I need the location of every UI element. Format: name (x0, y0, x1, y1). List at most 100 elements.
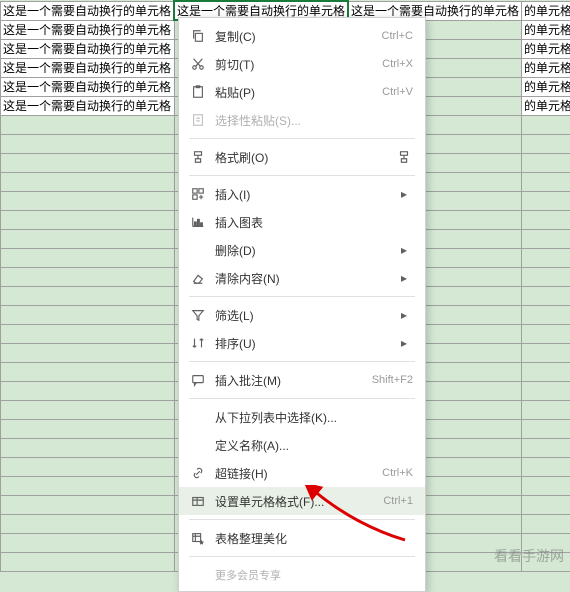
cell[interactable] (522, 457, 570, 476)
menu-table-beautify[interactable]: 表格整理美化 (179, 524, 425, 552)
cell[interactable]: 的单元格 (522, 1, 570, 20)
cell[interactable] (522, 115, 570, 134)
cell[interactable] (1, 419, 175, 438)
blank-icon (187, 241, 209, 259)
menu-shortcut: Ctrl+V (382, 86, 413, 98)
cell[interactable] (1, 172, 175, 191)
cell[interactable] (1, 115, 175, 134)
menu-insert[interactable]: 插入(I) ▸ (179, 180, 425, 208)
cell[interactable] (1, 248, 175, 267)
menu-label: 插入批注(M) (209, 372, 372, 389)
menu-copy[interactable]: 复制(C) Ctrl+C (179, 22, 425, 50)
cell[interactable] (522, 400, 570, 419)
chevron-right-icon: ▸ (395, 187, 413, 201)
cell[interactable] (1, 134, 175, 153)
cell[interactable] (522, 324, 570, 343)
cell[interactable] (522, 476, 570, 495)
menu-paste-special[interactable]: 选择性粘贴(S)... (179, 106, 425, 134)
menu-label: 插入(I) (209, 186, 395, 203)
cell[interactable] (1, 495, 175, 514)
sort-icon (187, 334, 209, 352)
menu-insert-chart[interactable]: 插入图表 (179, 208, 425, 236)
menu-pick-from-list[interactable]: 从下拉列表中选择(K)... (179, 403, 425, 431)
cell[interactable] (522, 514, 570, 533)
cell[interactable] (1, 400, 175, 419)
chevron-right-icon: ▸ (395, 243, 413, 257)
cell[interactable] (1, 191, 175, 210)
menu-cut[interactable]: 剪切(T) Ctrl+X (179, 50, 425, 78)
menu-separator (189, 556, 415, 557)
menu-sort[interactable]: 排序(U) ▸ (179, 329, 425, 357)
cell[interactable] (522, 267, 570, 286)
cell[interactable] (1, 362, 175, 381)
filter-icon (187, 306, 209, 324)
cell[interactable]: 这是一个需要自动换行的单元格 (1, 77, 175, 96)
menu-clear-contents[interactable]: 清除内容(N) ▸ (179, 264, 425, 292)
cell[interactable]: 这是一个需要自动换行的单元格 (1, 96, 175, 115)
cell[interactable] (522, 191, 570, 210)
menu-shortcut: Ctrl+X (382, 58, 413, 70)
cell[interactable] (1, 210, 175, 229)
cell[interactable] (522, 362, 570, 381)
cell[interactable] (1, 343, 175, 362)
menu-separator (189, 361, 415, 362)
link-icon (187, 464, 209, 482)
menu-format-painter[interactable]: 格式刷(O) (179, 143, 425, 171)
cell[interactable] (522, 495, 570, 514)
cell[interactable] (1, 305, 175, 324)
more-vip-label[interactable]: 更多会员专享 (179, 561, 425, 587)
cell[interactable]: 这是一个需要自动换行的单元格 (1, 20, 175, 39)
cell[interactable]: 这是一个需要自动换行的单元格 (1, 1, 175, 20)
menu-separator (189, 138, 415, 139)
cell[interactable] (1, 381, 175, 400)
cell[interactable] (1, 229, 175, 248)
cell[interactable]: 的单元格 (522, 20, 570, 39)
chevron-right-icon: ▸ (395, 271, 413, 285)
cell[interactable] (1, 552, 175, 571)
cell[interactable] (522, 438, 570, 457)
cell[interactable] (522, 229, 570, 248)
menu-insert-comment[interactable]: 插入批注(M) Shift+F2 (179, 366, 425, 394)
menu-filter[interactable]: 筛选(L) ▸ (179, 301, 425, 329)
blank-icon (187, 408, 209, 426)
menu-shortcut: Ctrl+C (382, 30, 413, 42)
menu-label: 插入图表 (209, 214, 413, 231)
cell[interactable] (1, 286, 175, 305)
menu-label: 复制(C) (209, 28, 382, 45)
menu-format-cells[interactable]: 设置单元格格式(F)... Ctrl+1 (179, 487, 425, 515)
clipboard-icon (187, 111, 209, 129)
cell[interactable] (1, 476, 175, 495)
cell[interactable] (1, 533, 175, 552)
menu-hyperlink[interactable]: 超链接(H) Ctrl+K (179, 459, 425, 487)
cell[interactable] (1, 324, 175, 343)
cell[interactable]: 这是一个需要自动换行的单元格 (1, 58, 175, 77)
cell[interactable] (522, 134, 570, 153)
cell[interactable] (522, 286, 570, 305)
cell[interactable]: 的单元格 (522, 58, 570, 77)
cell[interactable] (522, 305, 570, 324)
cell[interactable] (522, 381, 570, 400)
menu-label: 删除(D) (209, 242, 395, 259)
menu-paste[interactable]: 粘贴(P) Ctrl+V (179, 78, 425, 106)
menu-label: 定义名称(A)... (209, 437, 413, 454)
cell[interactable]: 的单元格 (522, 77, 570, 96)
cell[interactable]: 的单元格 (522, 96, 570, 115)
menu-separator (189, 175, 415, 176)
cell[interactable] (522, 153, 570, 172)
cell[interactable] (1, 153, 175, 172)
cell[interactable] (1, 438, 175, 457)
cell[interactable] (522, 343, 570, 362)
menu-delete[interactable]: 删除(D) ▸ (179, 236, 425, 264)
cell[interactable] (522, 172, 570, 191)
menu-separator (189, 398, 415, 399)
cell[interactable] (1, 514, 175, 533)
cell[interactable] (1, 267, 175, 286)
cell[interactable] (522, 248, 570, 267)
cell[interactable] (522, 419, 570, 438)
menu-define-name[interactable]: 定义名称(A)... (179, 431, 425, 459)
cell[interactable] (522, 210, 570, 229)
cell[interactable]: 这是一个需要自动换行的单元格 (1, 39, 175, 58)
format-cells-icon (187, 492, 209, 510)
cell[interactable] (1, 457, 175, 476)
cell[interactable]: 的单元格 (522, 39, 570, 58)
